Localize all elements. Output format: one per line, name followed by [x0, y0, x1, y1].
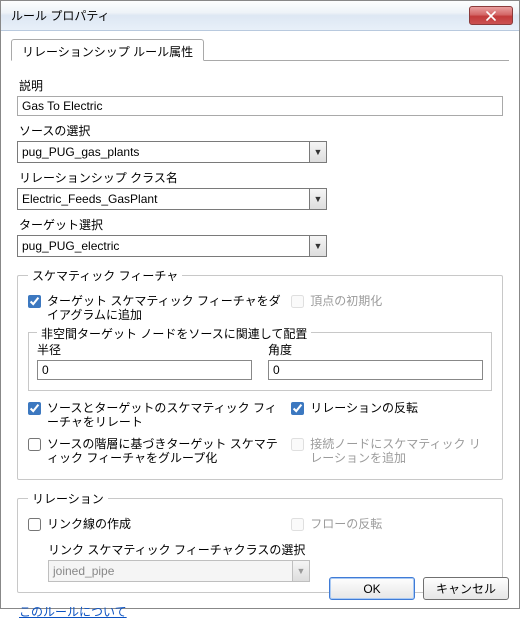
- relate-checkbox[interactable]: ソースとターゲットのスケマティック フィーチャをリレート: [28, 401, 283, 429]
- linkclass-combo-value: joined_pipe: [49, 564, 292, 578]
- group-by-source-checkbox[interactable]: ソースの階層に基づきターゲット スケマティック フィーチャをグループ化: [28, 437, 283, 465]
- add-target-label: ターゲット スケマティック フィーチャをダイアグラムに追加: [47, 294, 283, 322]
- cancel-button[interactable]: キャンセル: [423, 577, 509, 600]
- add-conn-node-checkbox: 接続ノードにスケマティック リレーションを追加: [291, 437, 492, 465]
- source-label: ソースの選択: [19, 122, 503, 139]
- init-vertex-checkbox-input: [291, 295, 304, 308]
- add-target-checkbox-input[interactable]: [28, 295, 41, 308]
- relation-legend: リレーション: [28, 490, 108, 507]
- reverse-relation-checkbox-input[interactable]: [291, 402, 304, 415]
- group-by-source-checkbox-input[interactable]: [28, 438, 41, 451]
- placement-sublegend: 非空間ターゲット ノードをソースに関連して配置: [37, 325, 311, 342]
- tab-relationship-rule-attrs[interactable]: リレーションシップ ルール属性: [11, 39, 204, 61]
- window-title: ルール プロパティ: [11, 7, 469, 24]
- relate-label: ソースとターゲットのスケマティック フィーチャをリレート: [47, 401, 283, 429]
- chevron-down-icon: ▼: [309, 142, 326, 162]
- linkclass-label: リンク スケマティック フィーチャクラスの選択: [48, 541, 492, 558]
- angle-input[interactable]: [268, 360, 483, 380]
- make-link-checkbox[interactable]: リンク線の作成: [28, 517, 283, 531]
- placement-subgroup: 非空間ターゲット ノードをソースに関連して配置 半径 角度: [28, 332, 492, 391]
- add-conn-node-label: 接続ノードにスケマティック リレーションを追加: [310, 437, 492, 465]
- close-icon: [486, 11, 496, 21]
- target-combo[interactable]: pug_PUG_electric ▼: [17, 235, 327, 257]
- make-link-label: リンク線の作成: [47, 517, 131, 531]
- relclass-combo[interactable]: Electric_Feeds_GasPlant ▼: [17, 188, 327, 210]
- description-label: 説明: [19, 77, 503, 94]
- source-combo[interactable]: pug_PUG_gas_plants ▼: [17, 141, 327, 163]
- radius-label: 半径: [37, 341, 252, 358]
- target-label: ターゲット選択: [19, 216, 503, 233]
- chevron-down-icon: ▼: [292, 561, 309, 581]
- chevron-down-icon: ▼: [309, 236, 326, 256]
- reverse-flow-checkbox-input: [291, 518, 304, 531]
- relclass-label: リレーションシップ クラス名: [19, 169, 503, 186]
- reverse-relation-checkbox[interactable]: リレーションの反転: [291, 401, 492, 415]
- relclass-combo-value: Electric_Feeds_GasPlant: [18, 192, 309, 206]
- angle-label: 角度: [268, 341, 483, 358]
- schematic-legend: スケマティック フィーチャ: [28, 267, 182, 284]
- close-button[interactable]: [469, 6, 513, 25]
- description-input[interactable]: [17, 96, 503, 116]
- target-combo-value: pug_PUG_electric: [18, 239, 309, 253]
- source-combo-value: pug_PUG_gas_plants: [18, 145, 309, 159]
- tab-page: 説明 ソースの選択 pug_PUG_gas_plants ▼ リレーションシップ…: [11, 65, 509, 624]
- init-vertex-label: 頂点の初期化: [310, 294, 382, 308]
- tab-label: リレーションシップ ルール属性: [22, 45, 193, 59]
- schematic-features-group: スケマティック フィーチャ ターゲット スケマティック フィーチャをダイアグラム…: [17, 267, 503, 480]
- group-by-source-label: ソースの階層に基づきターゲット スケマティック フィーチャをグループ化: [47, 437, 283, 465]
- chevron-down-icon: ▼: [309, 189, 326, 209]
- reverse-flow-label: フローの反転: [310, 517, 382, 531]
- titlebar: ルール プロパティ: [1, 1, 519, 31]
- linkclass-combo: joined_pipe ▼: [48, 560, 310, 582]
- reverse-relation-label: リレーションの反転: [310, 401, 418, 415]
- about-rule-link[interactable]: このルールについて: [19, 603, 127, 620]
- reverse-flow-checkbox: フローの反転: [291, 517, 492, 531]
- radius-input[interactable]: [37, 360, 252, 380]
- footer-buttons: OK キャンセル: [329, 577, 509, 600]
- client-area: リレーションシップ ルール属性 説明 ソースの選択 pug_PUG_gas_pl…: [1, 31, 519, 608]
- tabstrip: リレーションシップ ルール属性: [11, 39, 509, 61]
- make-link-checkbox-input[interactable]: [28, 518, 41, 531]
- add-target-checkbox[interactable]: ターゲット スケマティック フィーチャをダイアグラムに追加: [28, 294, 283, 322]
- init-vertex-checkbox: 頂点の初期化: [291, 294, 492, 308]
- relate-checkbox-input[interactable]: [28, 402, 41, 415]
- add-conn-node-checkbox-input: [291, 438, 304, 451]
- ok-button[interactable]: OK: [329, 577, 415, 600]
